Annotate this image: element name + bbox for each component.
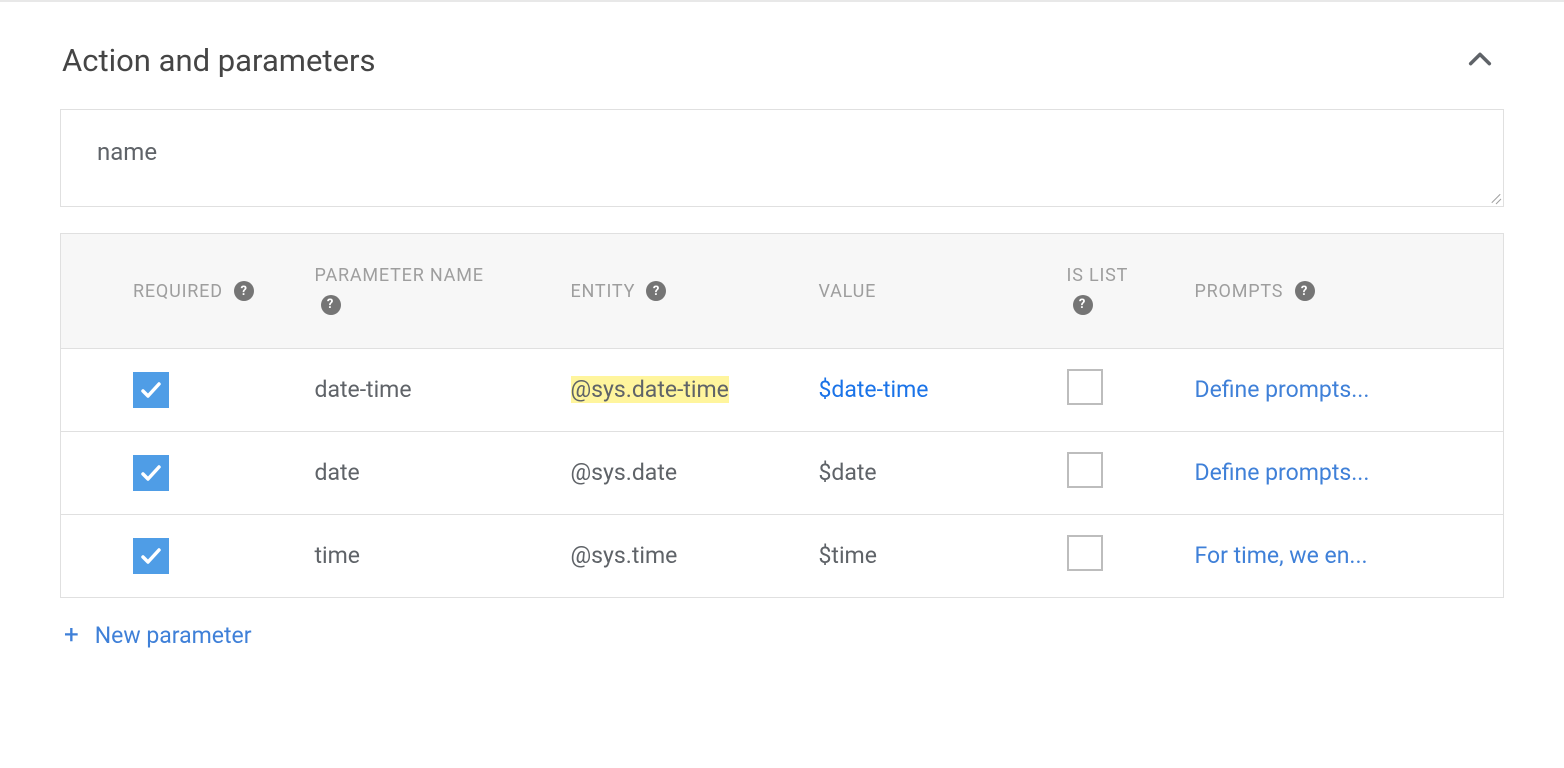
cell-required	[61, 514, 313, 597]
cell-entity[interactable]: @sys.date-time	[561, 348, 809, 431]
table-row[interactable]: time @sys.time $time For time, we en...	[61, 514, 1504, 597]
col-header-required: REQUIRED ?	[61, 234, 313, 349]
collapse-toggle[interactable]	[1466, 45, 1502, 77]
cell-entity[interactable]: @sys.time	[561, 514, 809, 597]
prompts-link[interactable]: For time, we en...	[1195, 539, 1368, 574]
col-header-value-label: VALUE	[819, 281, 877, 302]
required-checkbox[interactable]	[133, 372, 169, 408]
entity-value: @sys.time	[571, 542, 678, 569]
cell-prompts: Define prompts...	[1185, 348, 1504, 431]
is-list-checkbox[interactable]	[1067, 452, 1103, 488]
prompts-link[interactable]: Define prompts...	[1195, 456, 1370, 491]
cell-parameter-name[interactable]: date-time	[313, 348, 561, 431]
entity-value: @sys.date	[571, 459, 678, 486]
cell-value[interactable]: $date-time	[809, 348, 1057, 431]
col-header-is-list: IS LIST ?	[1057, 234, 1185, 349]
col-header-entity: ENTITY ?	[561, 234, 809, 349]
col-header-parameter-name-label: PARAMETER NAME	[315, 265, 484, 286]
table-row[interactable]: date-time @sys.date-time $date-time Define …	[61, 348, 1504, 431]
required-checkbox[interactable]	[133, 455, 169, 491]
cell-required	[61, 348, 313, 431]
plus-icon: +	[64, 622, 79, 648]
col-header-parameter-name: PARAMETER NAME ?	[313, 234, 561, 349]
col-header-prompts-label: PROMPTS	[1195, 281, 1284, 302]
chevron-up-icon	[1466, 45, 1494, 73]
cell-prompts: For time, we en...	[1185, 514, 1504, 597]
col-header-prompts: PROMPTS ?	[1185, 234, 1504, 349]
help-icon[interactable]: ?	[321, 295, 341, 315]
help-icon[interactable]: ?	[1295, 281, 1315, 301]
value-text: $date	[819, 459, 877, 486]
action-name-field-wrap	[60, 109, 1504, 207]
col-header-entity-label: ENTITY	[571, 281, 636, 302]
parameters-table: REQUIRED ? PARAMETER NAME ? ENTITY ? VAL…	[60, 233, 1504, 598]
action-parameters-section: Action and parameters REQUIRED ? PARAMET…	[0, 2, 1564, 697]
value-text: $time	[819, 542, 877, 569]
required-checkbox[interactable]	[133, 538, 169, 574]
is-list-checkbox[interactable]	[1067, 535, 1103, 571]
table-header-row: REQUIRED ? PARAMETER NAME ? ENTITY ? VAL…	[61, 234, 1504, 349]
cell-value[interactable]: $time	[809, 514, 1057, 597]
section-header[interactable]: Action and parameters	[60, 2, 1504, 109]
cell-is-list	[1057, 514, 1185, 597]
section-title: Action and parameters	[62, 42, 376, 79]
col-header-is-list-label: IS LIST	[1067, 265, 1129, 286]
cell-entity[interactable]: @sys.date	[561, 431, 809, 514]
value-text: $date-time	[819, 376, 929, 403]
help-icon[interactable]: ?	[646, 281, 666, 301]
col-header-value: VALUE	[809, 234, 1057, 349]
new-parameter-label: New parameter	[95, 622, 252, 649]
new-parameter-button[interactable]: + New parameter	[60, 598, 256, 657]
entity-value: @sys.date-time	[571, 376, 729, 403]
prompts-link[interactable]: Define prompts...	[1195, 373, 1370, 408]
parameters-tbody: date-time @sys.date-time $date-time Define …	[61, 348, 1504, 597]
is-list-checkbox[interactable]	[1067, 369, 1103, 405]
cell-parameter-name[interactable]: time	[313, 514, 561, 597]
cell-required	[61, 431, 313, 514]
cell-prompts: Define prompts...	[1185, 431, 1504, 514]
action-name-input[interactable]	[61, 110, 1503, 202]
cell-is-list	[1057, 431, 1185, 514]
help-icon[interactable]: ?	[234, 281, 254, 301]
help-icon[interactable]: ?	[1073, 295, 1093, 315]
cell-is-list	[1057, 348, 1185, 431]
col-header-required-label: REQUIRED	[133, 281, 223, 302]
cell-parameter-name[interactable]: date	[313, 431, 561, 514]
cell-value[interactable]: $date	[809, 431, 1057, 514]
table-row[interactable]: date @sys.date $date Define prompts...	[61, 431, 1504, 514]
